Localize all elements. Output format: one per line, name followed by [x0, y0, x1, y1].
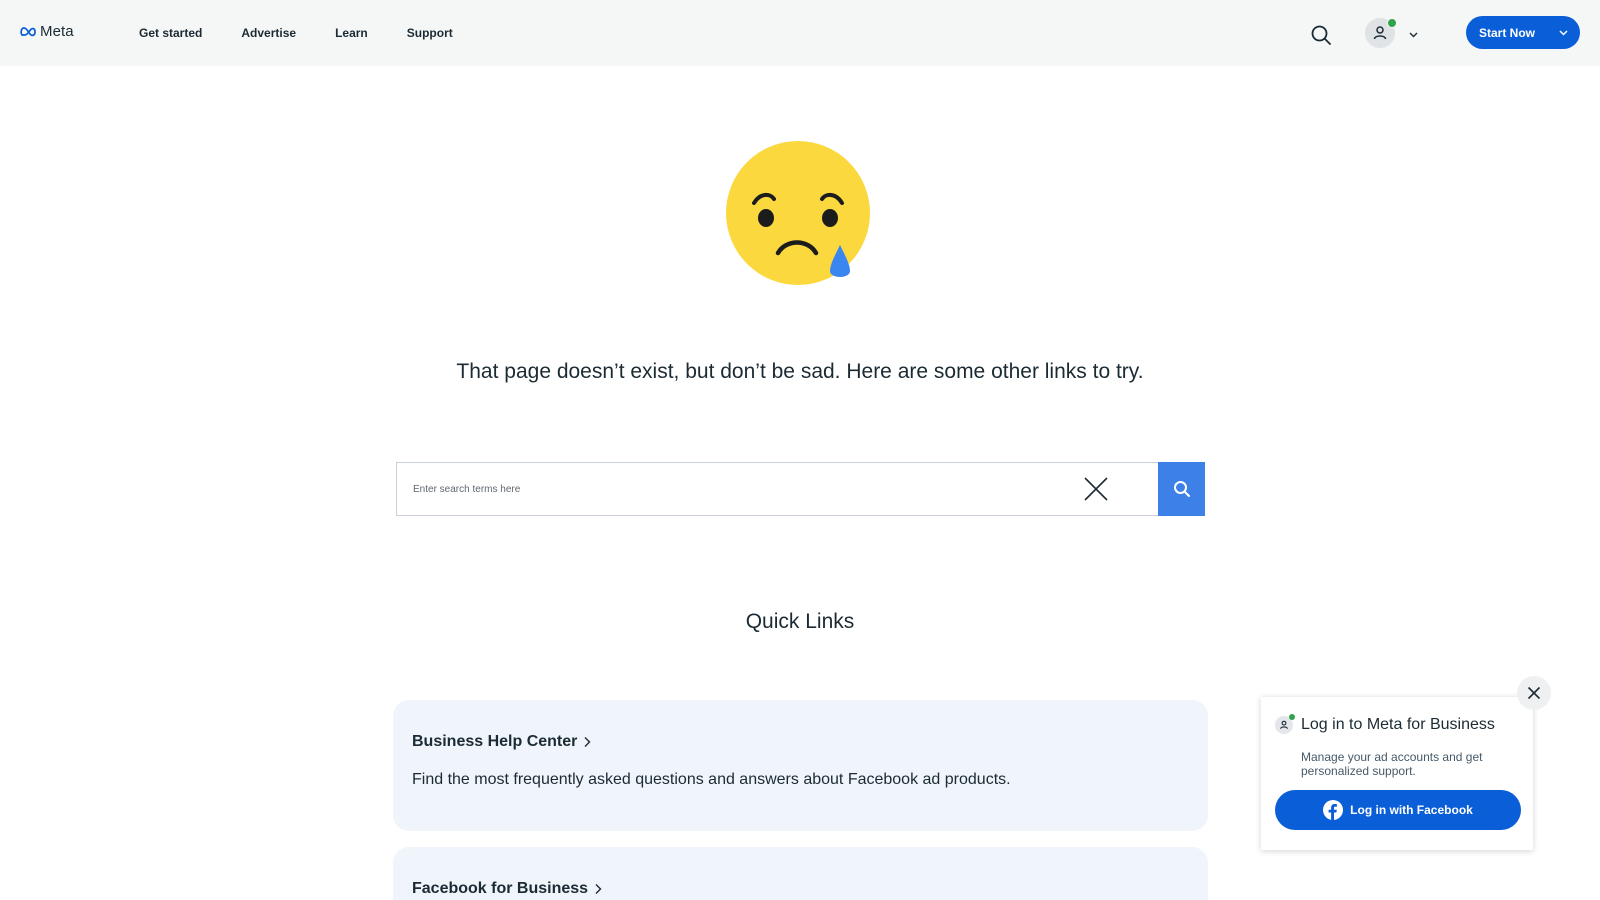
popup-close-button[interactable] [1517, 676, 1551, 710]
main-nav: Get started Advertise Learn Support [139, 0, 492, 66]
nav-item-get-started[interactable]: Get started [139, 26, 202, 40]
close-icon [1527, 686, 1541, 700]
quick-links-heading: Quick Links [745, 610, 855, 633]
start-now-button[interactable]: Start Now [1466, 16, 1580, 49]
card-title: Facebook for Business [412, 880, 589, 897]
facebook-icon [1323, 800, 1344, 820]
account-menu-toggle[interactable] [1408, 27, 1419, 38]
nav-item-support[interactable]: Support [407, 26, 453, 40]
sad-tear-emoji-icon [726, 141, 870, 285]
start-now-label: Start Now [1479, 25, 1536, 40]
top-navigation-bar: Meta Get started Advertise Learn Support… [0, 0, 1600, 66]
meta-logo-icon [20, 27, 36, 37]
popup-title: Log in to Meta for Business [1301, 716, 1495, 733]
card-description: Find the most frequently asked questions… [412, 771, 1011, 788]
chevron-down-icon [1409, 32, 1418, 38]
search-icon [1311, 25, 1331, 45]
search-field-container [396, 462, 1158, 516]
nav-item-advertise[interactable]: Advertise [241, 26, 296, 40]
account-status-dot [1387, 18, 1397, 28]
quick-link-card-facebook-for-business: Facebook for Business [393, 847, 1208, 900]
user-glyph [1280, 720, 1288, 729]
card-title: Business Help Center [412, 733, 578, 750]
card-link-facebook-for-business[interactable]: Facebook for Business [412, 880, 602, 898]
chevron-right-icon [595, 884, 602, 894]
search-icon [1173, 481, 1190, 497]
popup-description: Manage your ad accounts and get personal… [1301, 750, 1483, 778]
card-link-business-help-center[interactable]: Business Help Center [412, 733, 591, 751]
nav-item-learn[interactable]: Learn [335, 26, 368, 40]
user-icon [1373, 26, 1387, 40]
quick-link-card-business-help-center: Business Help Center Find the most frequ… [393, 700, 1208, 831]
not-found-message: That page doesn’t exist, but don’t be sa… [456, 360, 1144, 383]
chevron-right-icon [584, 737, 591, 747]
chevron-down-icon [1559, 30, 1568, 36]
search-submit-button[interactable] [1158, 462, 1205, 516]
login-with-facebook-button[interactable]: Log in with Facebook [1275, 790, 1521, 830]
search-input[interactable] [413, 463, 1053, 515]
header-search-button[interactable] [1310, 24, 1332, 46]
login-button-label: Log in with Facebook [1350, 803, 1473, 817]
close-icon[interactable] [1083, 476, 1109, 502]
popup-status-dot [1289, 714, 1295, 720]
login-popup: Log in to Meta for Business Manage your … [1261, 697, 1533, 850]
meta-logo[interactable]: Meta [20, 23, 74, 40]
meta-logo-text: Meta [40, 23, 74, 40]
